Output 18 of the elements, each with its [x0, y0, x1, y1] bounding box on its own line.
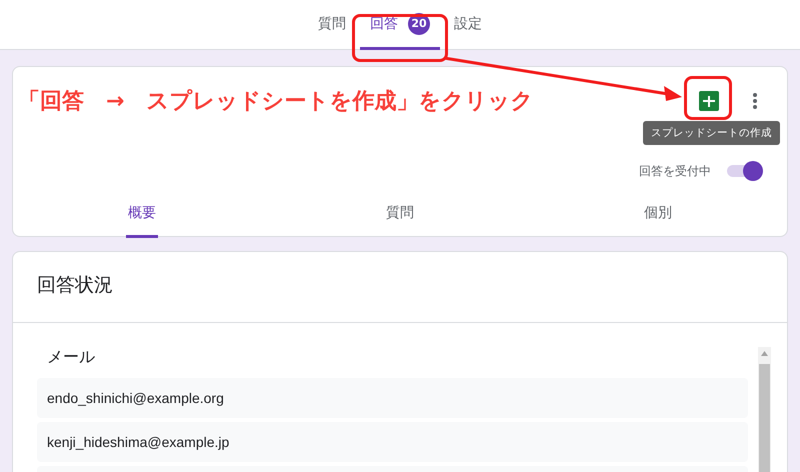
question-label: メール — [46, 347, 96, 368]
tooltip: スプレッドシートの作成 — [643, 121, 780, 145]
response-row: kenji_hideshima@example.jp — [37, 422, 748, 462]
more-vert-icon — [753, 93, 757, 109]
spreadsheet-icon — [699, 91, 719, 111]
view-tab[interactable]: 質問 — [271, 199, 529, 239]
response-status-title: 回答状況 — [13, 252, 787, 323]
accepting-responses-label: 回答を受付中 — [639, 162, 711, 180]
questions-tab[interactable]: 質問 — [308, 0, 356, 50]
response-row: endo_shinichi@example.org — [37, 378, 748, 418]
view-tab[interactable]: 概要 — [13, 199, 271, 239]
view-tab[interactable]: 個別 — [529, 199, 787, 239]
scrollbar[interactable] — [758, 347, 771, 472]
settings-tab[interactable]: 設定 — [444, 0, 492, 50]
responses-tab[interactable]: 回答 20 — [360, 0, 440, 50]
highlight-frame — [684, 76, 732, 120]
annotation-text: 「回答 → スプレッドシートを作成」をクリック — [18, 88, 534, 116]
accepting-responses-toggle[interactable] — [725, 161, 763, 181]
